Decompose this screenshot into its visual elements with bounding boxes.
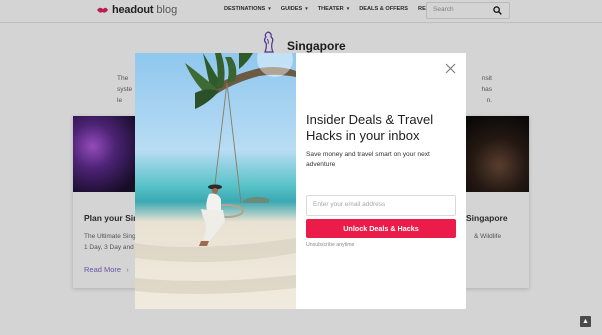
- modal-subtext: Save money and travel smart on your next…: [306, 151, 430, 168]
- close-icon[interactable]: [445, 63, 456, 74]
- unlock-deals-button[interactable]: Unlock Deals & Hacks: [306, 219, 456, 238]
- modal-photo: [135, 53, 296, 309]
- unlock-deals-label: Unlock Deals & Hacks: [343, 224, 419, 233]
- email-field[interactable]: Enter your email address: [306, 195, 456, 216]
- scroll-to-top-button[interactable]: ▲: [580, 316, 591, 327]
- email-input[interactable]: Enter your email address: [313, 201, 385, 208]
- arrow-up-icon: ▲: [582, 318, 589, 325]
- beach-swing-illustration: [135, 53, 296, 294]
- modal-heading: Insider Deals & Travel Hacks in your inb…: [306, 112, 434, 143]
- unsubscribe-note: Unsubscribe anytime: [306, 242, 355, 248]
- newsletter-modal: Insider Deals & Travel Hacks in your inb…: [135, 53, 466, 309]
